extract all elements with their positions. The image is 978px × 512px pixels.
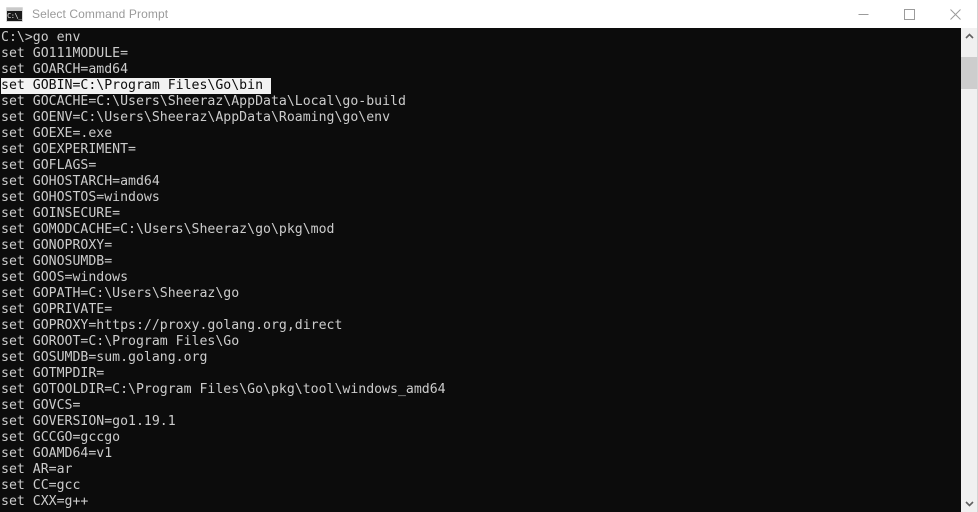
console-line: set GOFLAGS= [1,158,446,174]
console-line-text: set GOROOT=C:\Program Files\Go [1,334,240,349]
scrollbar-thumb[interactable] [961,57,977,89]
console-line: set GOOS=windows [1,270,446,286]
console-line-text: set GOTOOLDIR=C:\Program Files\Go\pkg\to… [1,382,446,397]
console-output-area[interactable]: C:\>go env set GO111MODULE= set GOARCH=amd… [0,28,961,512]
console-line: set GOENV=C:\Users\Sheeraz\AppData\Roami… [1,110,446,126]
chevron-down-icon [964,501,974,507]
close-button[interactable] [932,0,978,28]
console-text-buffer: C:\>go env set GO111MODULE= set GOARCH=amd… [1,30,446,510]
console-line-text: set GOFLAGS= [1,158,97,173]
console-line-text: set GOSUMDB=sum.golang.org [1,350,208,365]
console-line-text: set GOENV=C:\Users\Sheeraz\AppData\Roami… [1,110,391,125]
scroll-up-button[interactable] [961,28,977,45]
console-line: set GOMODCACHE=C:\Users\Sheeraz\go\pkg\m… [1,222,446,238]
console-line: set GOCACHE=C:\Users\Sheeraz\AppData\Loc… [1,94,446,110]
console-line: set GOBIN=C:\Program Files\Go\bin [1,78,446,94]
console-line-text: set GOARCH=amd64 [1,62,129,77]
vertical-scrollbar[interactable] [961,28,977,512]
console-line: set GOARCH=amd64 [1,62,446,78]
console-line-text: set GONOPROXY= [1,238,113,253]
console-line-text: C:\>go env [1,30,81,45]
console-line-text: set GOVCS= [1,398,81,413]
console-line-text: set GO111MODULE= [1,46,129,61]
console-line-selected: set GOBIN=C:\Program Files\Go\bin [1,78,272,94]
maximize-button[interactable] [886,0,932,28]
console-line-text: set GOMODCACHE=C:\Users\Sheeraz\go\pkg\m… [1,222,335,237]
console-line-text: set GOPATH=C:\Users\Sheeraz\go [1,286,240,301]
console-line-text: set CC=gcc [1,478,81,493]
console-line: set GOINSECURE= [1,206,446,222]
minimize-button[interactable] [840,0,886,28]
console-line: set GOPROXY=https://proxy.golang.org,dir… [1,318,446,334]
console-line: set GONOPROXY= [1,238,446,254]
cmd-icon-glyph: C:\_ [7,11,22,20]
console-line-text: set GOPROXY=https://proxy.golang.org,dir… [1,318,343,333]
console-line-text: set GOCACHE=C:\Users\Sheeraz\AppData\Loc… [1,94,406,109]
console-line-text: set GOINSECURE= [1,206,121,221]
minimize-icon [858,13,868,15]
console-line-text: set GOHOSTOS=windows [1,190,160,205]
console-line: C:\>go env [1,30,446,46]
console-line: set GOAMD64=v1 [1,446,446,462]
console-line-text: set GOAMD64=v1 [1,446,113,461]
console-line-text: set GONOSUMDB= [1,254,113,269]
caption-button-group [840,0,978,28]
console-line: set GOTOOLDIR=C:\Program Files\Go\pkg\to… [1,382,446,398]
console-line-text: set GOTMPDIR= [1,366,105,381]
console-line: set CXX=g++ [1,494,446,510]
console-line: set GOTMPDIR= [1,366,446,382]
console-line-text: set GOEXPERIMENT= [1,142,136,157]
console-line: set CC=gcc [1,478,446,494]
console-line: set GOVERSION=go1.19.1 [1,414,446,430]
cmd-icon: C:\_ [6,6,23,22]
console-line: set GOEXE=.exe [1,126,446,142]
close-icon [949,8,961,20]
title-bar[interactable]: C:\_ Select Command Prompt [0,0,978,28]
console-line: set GONOSUMDB= [1,254,446,270]
console-line: set GOEXPERIMENT= [1,142,446,158]
console-line: set GOHOSTOS=windows [1,190,446,206]
title-bar-left: C:\_ Select Command Prompt [0,0,840,28]
console-line-text: set GOPRIVATE= [1,302,113,317]
window-title: Select Command Prompt [32,7,169,21]
console-line-text: set GCCGO=gccgo [1,430,121,445]
console-line-text: set AR=ar [1,462,73,477]
console-line: set GOROOT=C:\Program Files\Go [1,334,446,350]
console-line: set GOHOSTARCH=amd64 [1,174,446,190]
command-prompt-window: C:\_ Select Command Prompt C:\>go env se… [0,0,978,512]
console-line: set AR=ar [1,462,446,478]
console-line: set GOPRIVATE= [1,302,446,318]
console-line: set GO111MODULE= [1,46,446,62]
console-line-text: set GOHOSTARCH=amd64 [1,174,160,189]
console-line-text: set CXX=g++ [1,494,89,509]
chevron-up-icon [964,33,974,39]
console-line: set GOPATH=C:\Users\Sheeraz\go [1,286,446,302]
console-line-text: set GOOS=windows [1,270,129,285]
console-line-text: set GOVERSION=go1.19.1 [1,414,176,429]
console-line-text: set GOEXE=.exe [1,126,113,141]
console-line: set GOSUMDB=sum.golang.org [1,350,446,366]
console-line: set GCCGO=gccgo [1,430,446,446]
maximize-icon [903,8,915,20]
console-line: set GOVCS= [1,398,446,414]
scroll-down-button[interactable] [961,495,977,512]
